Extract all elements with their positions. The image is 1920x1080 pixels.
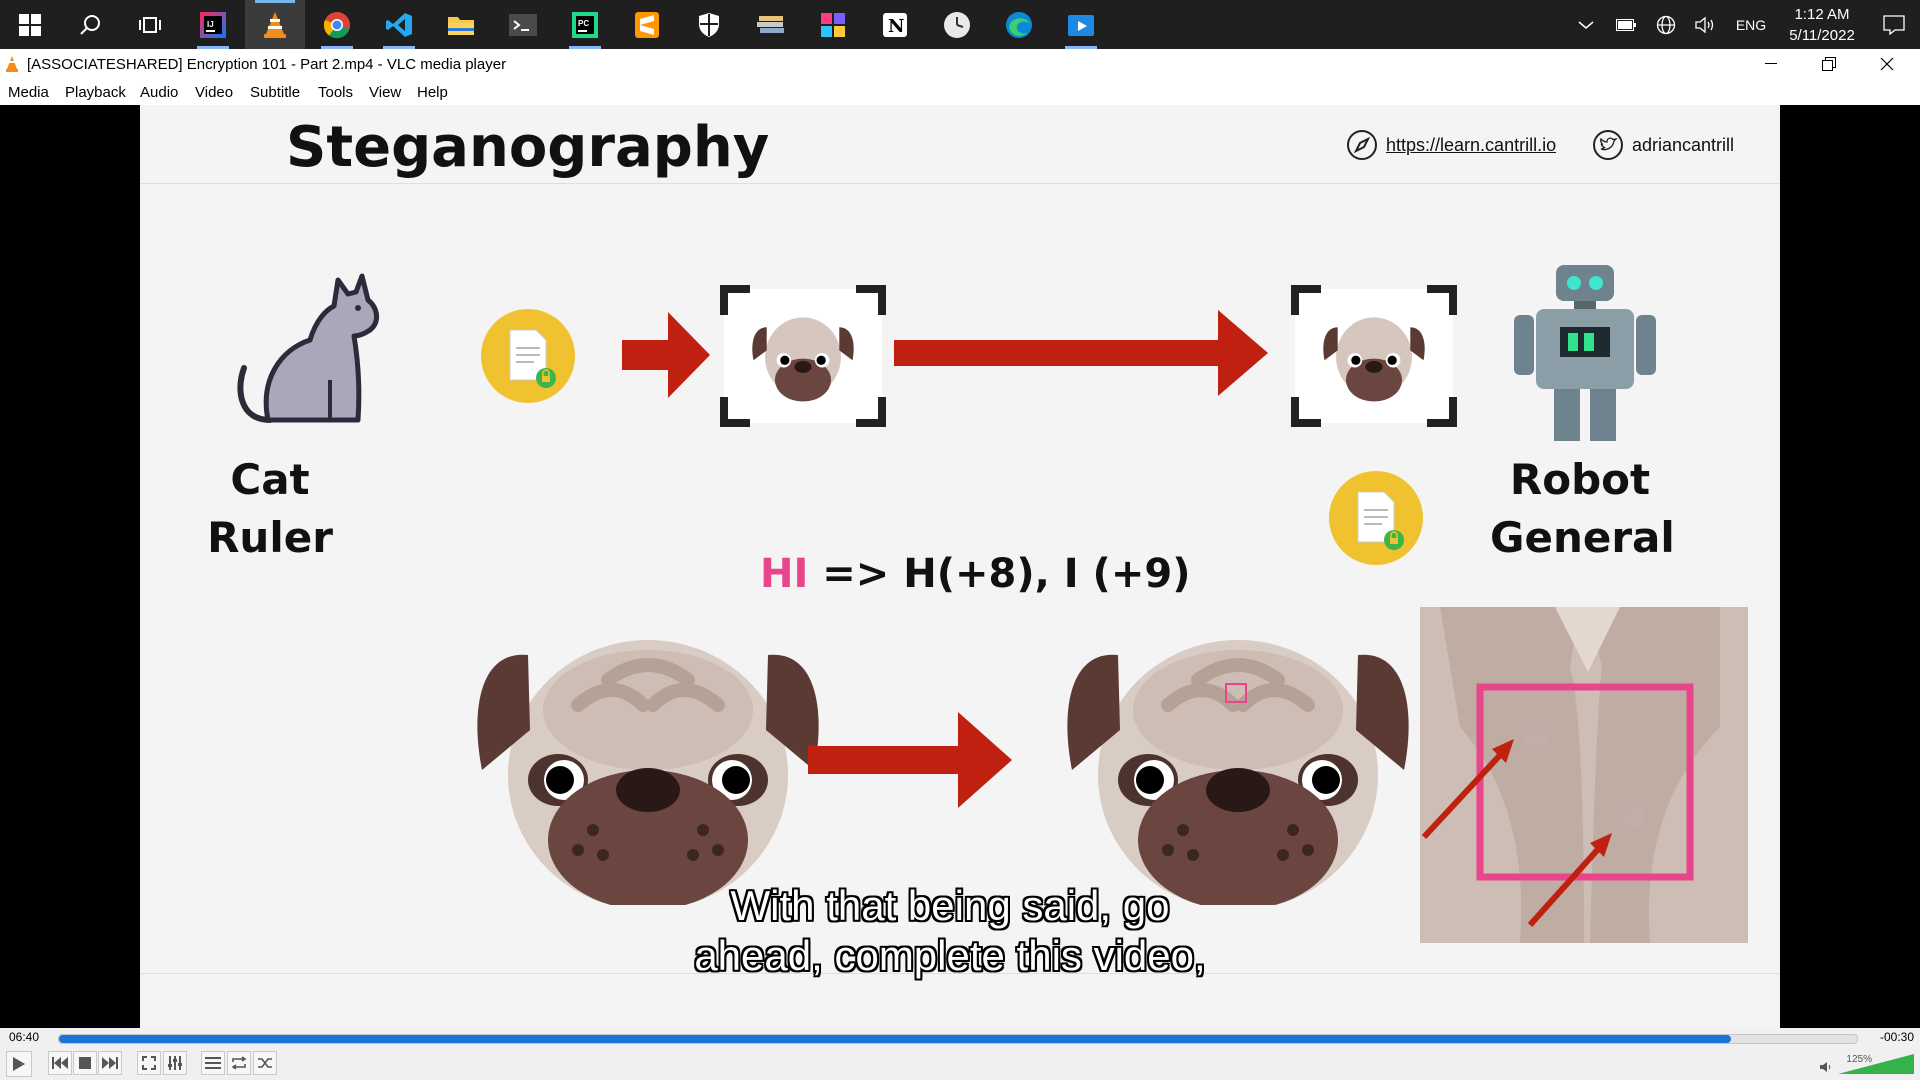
original-pug-image [476, 615, 820, 910]
notion-icon[interactable]: N [865, 0, 925, 49]
secret-document-icon [480, 308, 576, 409]
player-controls: 06:40 -00:30 125% [0, 1028, 1920, 1080]
search-icon[interactable] [60, 0, 120, 49]
close-button[interactable] [1859, 49, 1915, 79]
cat-label-line1: Cat [230, 455, 310, 504]
vlc-icon[interactable] [245, 0, 305, 49]
cat-label-line2: Ruler [207, 513, 333, 562]
network-globe-icon[interactable] [1646, 15, 1686, 35]
minimize-button[interactable] [1743, 49, 1799, 79]
twitter-icon [1592, 129, 1624, 166]
menu-playback[interactable]: Playback [65, 84, 126, 101]
pycharm-icon[interactable]: PC [555, 0, 615, 49]
fullscreen-button[interactable] [137, 1051, 161, 1075]
arrow-right-icon [622, 312, 712, 403]
svg-text:IJ: IJ [207, 20, 214, 29]
stack-app-icon[interactable] [741, 0, 801, 49]
colorful-app-icon[interactable] [803, 0, 863, 49]
clock-app-icon[interactable] [927, 0, 987, 49]
next-button[interactable] [98, 1051, 122, 1075]
file-explorer-icon[interactable] [431, 0, 491, 49]
extended-settings-button[interactable] [163, 1051, 187, 1075]
svg-text:N: N [888, 16, 904, 37]
battery-icon[interactable] [1606, 18, 1646, 31]
vscode-icon[interactable] [369, 0, 429, 49]
time-elapsed: 06:40 [9, 1030, 40, 1044]
seek-bar[interactable] [58, 1034, 1858, 1044]
received-document-icon [1328, 470, 1424, 571]
notifications-icon[interactable] [1868, 14, 1920, 35]
cat-ruler-label: Cat Ruler [200, 451, 340, 567]
slide-title: Steganography [286, 115, 770, 180]
chevron-up-icon[interactable] [1566, 20, 1606, 30]
edge-icon[interactable] [989, 0, 1049, 49]
compass-icon [1346, 129, 1378, 166]
robot-icon [1500, 255, 1670, 450]
loop-button[interactable] [227, 1051, 251, 1075]
pug-image-frame [720, 285, 886, 432]
robot-label-line1: Robot [1509, 455, 1651, 504]
menu-help[interactable]: Help [417, 84, 448, 101]
caption-line2: ahead, complete this video, [694, 932, 1206, 979]
clock[interactable]: 1:12 AM 5/11/2022 [1776, 4, 1868, 46]
robot-label-line2: General [1490, 513, 1675, 562]
menu-tools[interactable]: Tools [318, 84, 353, 101]
task-view-icon[interactable] [120, 0, 180, 49]
security-shield-icon[interactable] [679, 0, 739, 49]
intellij-icon[interactable]: IJ [183, 0, 243, 49]
system-tray: ENG 1:12 AM 5/11/2022 [1566, 0, 1920, 49]
clock-date: 5/11/2022 [1789, 26, 1855, 44]
clock-time: 1:12 AM [1794, 5, 1850, 23]
pug-image-frame-received [1291, 285, 1457, 432]
chrome-icon[interactable] [307, 0, 367, 49]
caption-line1: With that being said, go [730, 882, 1170, 929]
encode-arrow-icon [808, 712, 1014, 813]
menu-view[interactable]: View [369, 84, 401, 101]
slide-url: https://learn.cantrill.io [1386, 135, 1557, 155]
menu-audio[interactable]: Audio [140, 84, 178, 101]
formula-rest: => H(+8), I (+9) [808, 551, 1191, 597]
time-remaining[interactable]: -00:30 [1880, 1030, 1914, 1044]
volume-slider[interactable] [1838, 1054, 1914, 1079]
cat-icon [230, 270, 400, 435]
volume-icon[interactable] [1686, 16, 1726, 34]
vlc-small-icon [5, 56, 19, 77]
video-area[interactable]: Steganography https://learn.cantrill.io … [0, 105, 1920, 1028]
long-arrow-right-icon [894, 310, 1270, 401]
taskbar: IJ PC N ENG 1:12 AM 5/11/2022 [0, 0, 1920, 49]
menu-media[interactable]: Media [8, 84, 49, 101]
subtitle-caption: With that being said, go ahead, complete… [410, 881, 1490, 981]
previous-button[interactable] [48, 1051, 72, 1075]
sublime-text-icon[interactable] [617, 0, 677, 49]
terminal-icon[interactable] [493, 0, 553, 49]
window-titlebar: [ASSOCIATESHARED] Encryption 101 - Part … [0, 49, 1920, 79]
menu-subtitle[interactable]: Subtitle [250, 84, 300, 101]
play-button[interactable] [6, 1051, 32, 1077]
window-title: [ASSOCIATESHARED] Encryption 101 - Part … [27, 56, 507, 73]
speaker-icon[interactable] [1820, 1060, 1834, 1078]
media-app-icon[interactable] [1051, 0, 1111, 49]
playlist-button[interactable] [201, 1051, 225, 1075]
encoded-pug-image [1066, 615, 1410, 910]
language-indicator[interactable]: ENG [1726, 17, 1776, 33]
encoding-formula: HI => H(+8), I (+9) [760, 551, 1190, 597]
seek-bar-progress [59, 1035, 1732, 1043]
windows-start-icon[interactable] [0, 0, 60, 49]
svg-text:PC: PC [578, 19, 589, 28]
restore-button[interactable] [1801, 49, 1857, 79]
slide-handle: adriancantrill [1632, 135, 1735, 155]
menu-bar: Media Playback Audio Video Subtitle Tool… [0, 79, 1920, 105]
formula-hi: HI [760, 551, 809, 597]
robot-general-label: Robot General [1490, 451, 1675, 567]
header-divider [140, 183, 1780, 184]
stop-button[interactable] [73, 1051, 97, 1075]
menu-video[interactable]: Video [195, 84, 233, 101]
shuffle-button[interactable] [253, 1051, 277, 1075]
